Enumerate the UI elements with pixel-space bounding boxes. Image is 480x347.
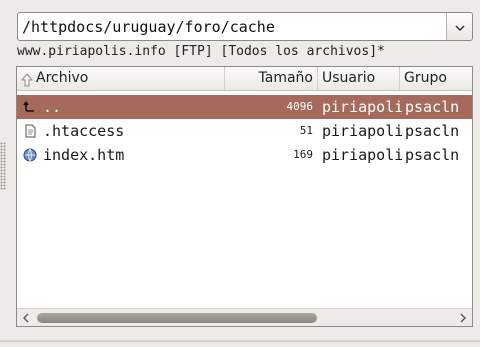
html-file-icon [22,143,38,167]
file-name: .. [43,98,62,116]
file-rows: .. 4096 piriapolis psacln .htaccess 51 p… [17,95,472,167]
file-list-view[interactable]: Archivo Tamaño Usuario Grupo .. 4096 pir… [16,66,473,327]
file-size: 51 [299,124,313,137]
pane-resize-grip[interactable] [0,142,6,190]
location-status-text: www.piriapolis.info [FTP] [Todos los arc… [17,44,385,59]
column-header-size[interactable]: Tamaño [225,67,318,90]
file-size: 4096 [286,100,314,113]
file-name: .htaccess [43,122,125,140]
file-row[interactable]: index.htm 169 piriapolis psacln [17,143,472,167]
column-header-user[interactable]: Usuario [318,67,400,90]
sort-ascending-icon [20,72,34,86]
file-user: piriapolis [322,122,402,140]
parent-folder-icon [22,95,38,119]
text-file-icon [22,119,38,143]
file-name: index.htm [43,146,125,164]
file-row[interactable]: .htaccess 51 piriapolis psacln [17,119,472,143]
scrollbar-thumb[interactable] [37,313,317,323]
column-header-name[interactable]: Archivo [17,67,225,90]
column-header-row: Archivo Tamaño Usuario Grupo [17,67,472,91]
column-header-group[interactable]: Grupo [400,67,472,90]
file-group: psacln [405,146,460,164]
path-combobox[interactable]: /httpdocs/uruguay/foro/cache [17,12,473,41]
path-dropdown-button[interactable] [446,13,472,40]
chevron-down-icon [454,17,465,36]
horizontal-scrollbar[interactable] [17,308,472,326]
file-user: piriapolis [322,146,402,164]
scroll-right-icon[interactable] [456,311,470,325]
file-group: psacln [405,122,460,140]
scroll-left-icon[interactable] [19,311,33,325]
column-header-name-label: Archivo [36,70,89,86]
file-group: psacln [405,98,460,116]
path-input[interactable]: /httpdocs/uruguay/foro/cache [18,18,446,36]
file-row[interactable]: .. 4096 piriapolis psacln [17,95,472,119]
window-divider [0,340,480,342]
file-user: piriapolis [322,98,402,116]
file-size: 169 [293,148,313,161]
